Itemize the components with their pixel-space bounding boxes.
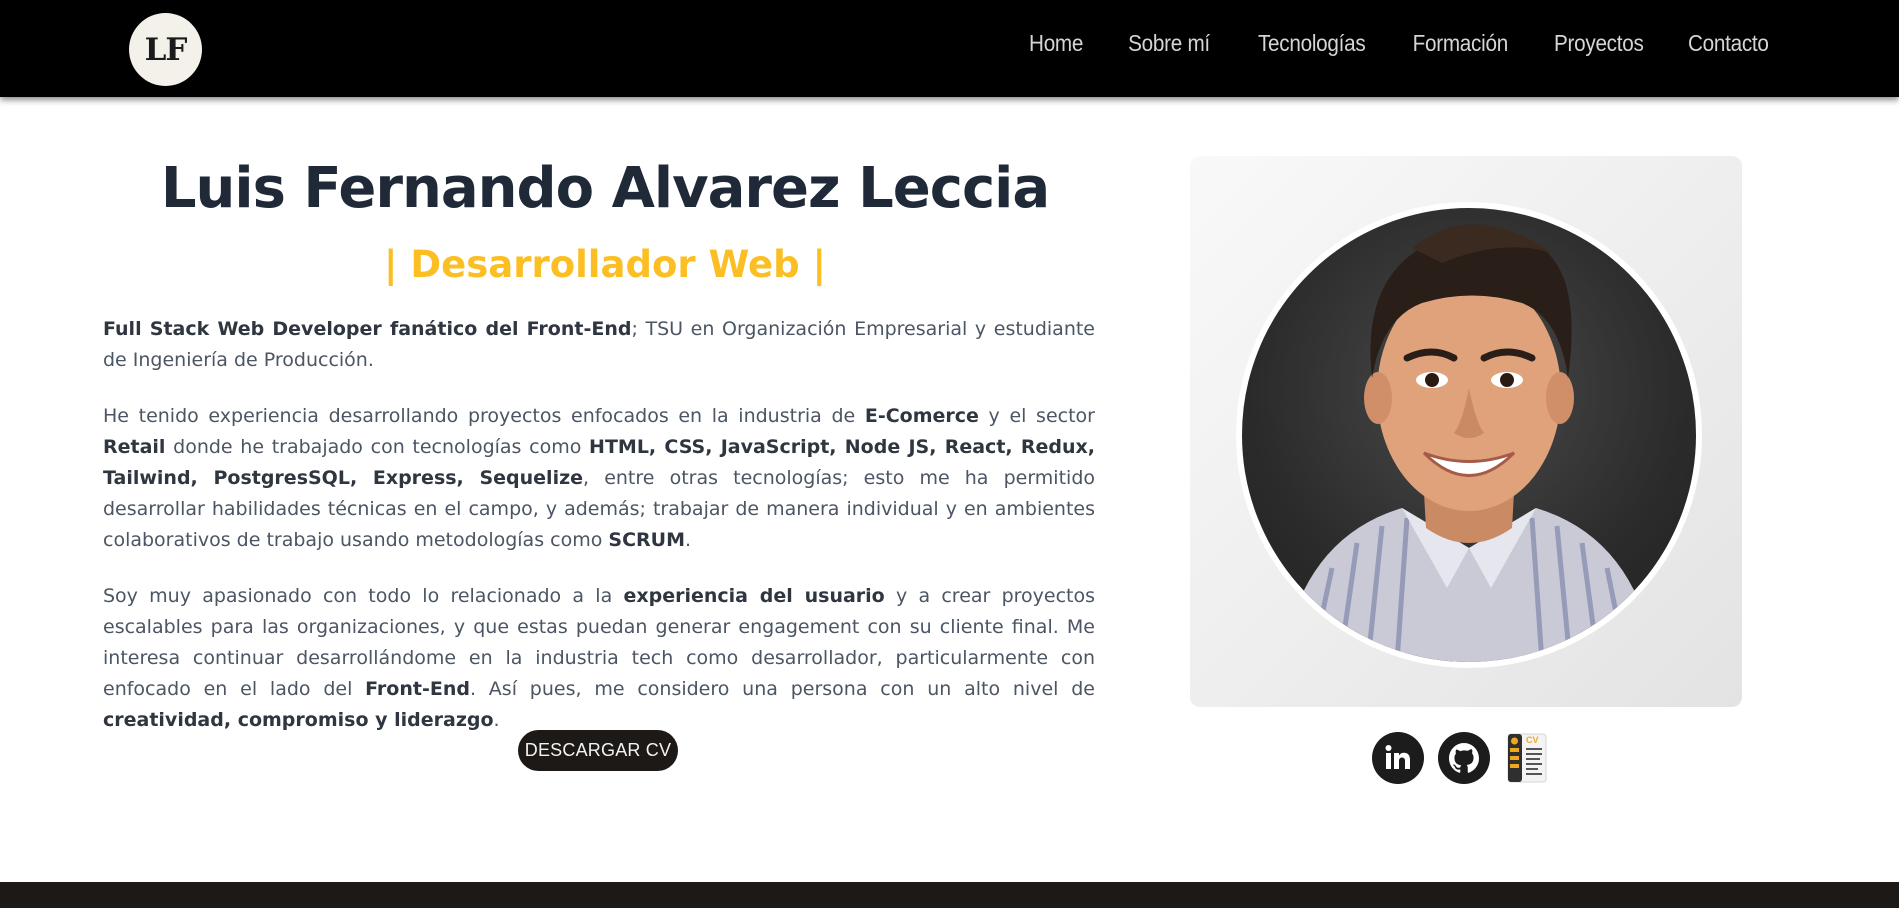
github-icon[interactable] — [1438, 732, 1490, 784]
bio-paragraph-1: Full Stack Web Developer fanático del Fr… — [103, 318, 1095, 371]
cv-document-icon[interactable]: CV — [1504, 732, 1548, 784]
profile-photo — [1236, 202, 1702, 668]
cv-icon-label: CV — [1526, 735, 1539, 745]
hero-text: Luis Fernando Alvarez Leccia | Desarroll… — [103, 150, 1095, 736]
portrait-illustration — [1282, 224, 1656, 662]
download-cv-button[interactable]: DESCARGAR CV — [518, 730, 678, 771]
nav-link-tecnologias[interactable]: Tecnologías — [1258, 30, 1366, 57]
nav-link-contacto[interactable]: Contacto — [1688, 30, 1769, 57]
nav-links: Home Sobre mí Tecnologías Formación Proy… — [987, 30, 1769, 57]
hero-name: Luis Fernando Alvarez Leccia — [160, 156, 1050, 221]
profile-photo-card — [1190, 156, 1742, 707]
nav-link-formacion[interactable]: Formación — [1412, 30, 1508, 57]
nav-link-proyectos[interactable]: Proyectos — [1554, 30, 1644, 57]
logo[interactable]: LF — [129, 13, 202, 86]
nav-link-sobre-mi[interactable]: Sobre mí — [1129, 30, 1211, 57]
bio-paragraph-3: Soy muy apasionado con todo lo relaciona… — [103, 585, 1096, 731]
hero-role: | Desarrollador Web | — [384, 243, 826, 286]
linkedin-icon[interactable] — [1372, 732, 1424, 784]
nav-link-home[interactable]: Home — [1029, 30, 1083, 57]
footer — [0, 882, 1899, 908]
social-links: CV — [1372, 732, 1548, 784]
navbar: LF Home Sobre mí Tecnologías Formación P… — [0, 0, 1899, 97]
bio-paragraph-2: He tenido experiencia desarrollando proy… — [103, 405, 1095, 551]
